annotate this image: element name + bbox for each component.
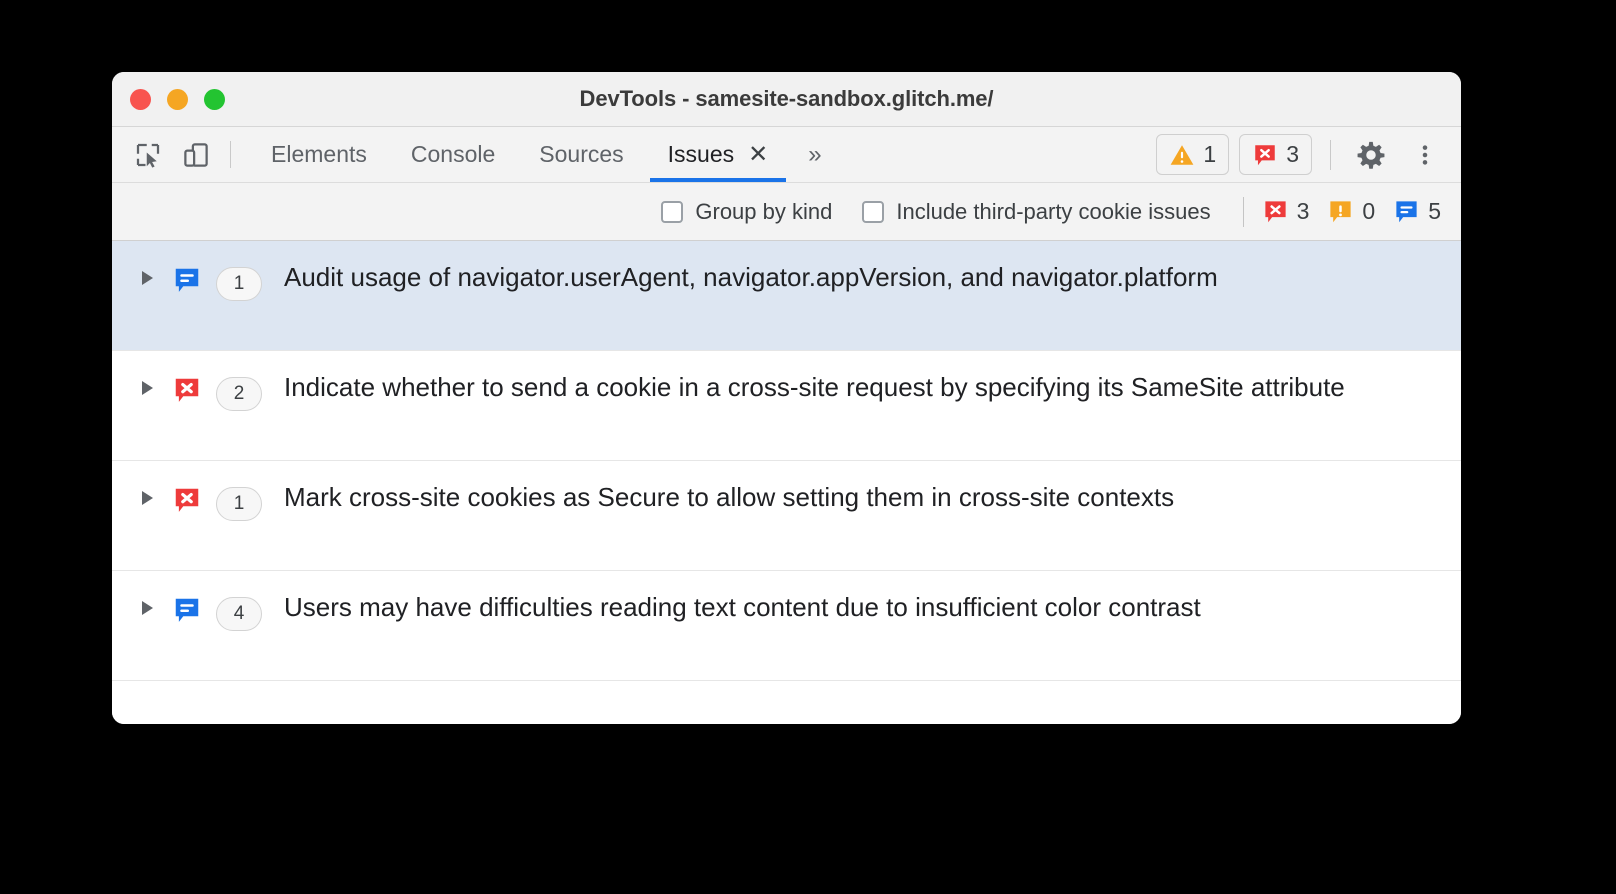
issues-filter-bar: Group by kind Include third-party cookie… <box>112 183 1461 241</box>
issue-row[interactable]: 2 Indicate whether to send a cookie in a… <box>112 351 1461 461</box>
error-kind-value: 3 <box>1296 198 1310 224</box>
chevron-double-right-icon[interactable]: » <box>790 127 839 182</box>
info-kind-count[interactable]: 5 <box>1393 198 1441 225</box>
warning-kind-value: 0 <box>1362 198 1376 224</box>
toolbar-right-group: 1 3 <box>1156 127 1461 182</box>
close-icon[interactable]: ✕ <box>748 142 768 167</box>
toolbar-divider-right <box>1330 139 1331 170</box>
warning-count: 1 <box>1203 141 1217 167</box>
issue-kind-counts: 3 0 5 <box>1262 198 1441 225</box>
issue-count-badge: 2 <box>216 377 262 411</box>
error-bubble-icon <box>1255 144 1275 165</box>
info-bubble-icon <box>172 257 202 300</box>
tab-elements[interactable]: Elements <box>249 127 389 182</box>
expand-arrow-icon[interactable] <box>134 477 160 505</box>
expand-arrow-icon[interactable] <box>134 367 160 395</box>
tab-label: Issues <box>667 141 735 167</box>
issue-row[interactable]: 1 Audit usage of navigator.userAgent, na… <box>112 241 1461 351</box>
kebab-menu-icon[interactable] <box>1403 133 1447 177</box>
tab-sources[interactable]: Sources <box>517 127 645 182</box>
checkbox-box[interactable] <box>862 200 885 223</box>
group-by-kind-checkbox[interactable]: Group by kind <box>661 199 832 225</box>
minimize-window-button[interactable] <box>167 88 188 110</box>
issue-row[interactable]: 4 Users may have difficulties reading te… <box>112 571 1461 681</box>
tab-console[interactable]: Console <box>389 127 517 182</box>
issues-list: 1 Audit usage of navigator.userAgent, na… <box>112 241 1461 724</box>
issue-count-badge: 1 <box>216 267 262 301</box>
close-window-button[interactable] <box>130 88 151 110</box>
device-toolbar-icon[interactable] <box>172 127 220 182</box>
maximize-window-button[interactable] <box>204 88 225 110</box>
tab-label: Console <box>410 141 496 167</box>
info-kind-value: 5 <box>1428 198 1441 224</box>
expand-arrow-icon[interactable] <box>134 587 160 615</box>
issue-count-badge: 1 <box>216 487 262 521</box>
traffic-lights <box>112 88 225 110</box>
issue-title: Mark cross-site cookies as Secure to all… <box>284 482 1175 512</box>
checkbox-box[interactable] <box>661 200 684 223</box>
issue-count-badge: 4 <box>216 597 262 631</box>
warning-bubble-icon <box>1330 201 1352 223</box>
issue-title: Users may have difficulties reading text… <box>284 592 1201 622</box>
info-bubble-icon <box>172 587 202 630</box>
issue-row[interactable]: 1 Mark cross-site cookies as Secure to a… <box>112 461 1461 571</box>
warning-kind-count[interactable]: 0 <box>1327 198 1375 225</box>
error-kind-count[interactable]: 3 <box>1262 198 1310 225</box>
issue-title: Indicate whether to send a cookie in a c… <box>284 372 1345 402</box>
warning-triangle-icon <box>1171 144 1194 165</box>
error-bubble-icon <box>1264 201 1286 223</box>
include-third-party-label: Include third-party cookie issues <box>896 198 1211 224</box>
include-third-party-checkbox[interactable]: Include third-party cookie issues <box>862 198 1211 225</box>
expand-arrow-icon[interactable] <box>134 257 160 285</box>
group-by-kind-label: Group by kind <box>695 198 833 224</box>
window-title: DevTools - samesite-sandbox.glitch.me/ <box>579 86 994 111</box>
tab-issues[interactable]: Issues ✕ <box>646 127 791 182</box>
window-titlebar: DevTools - samesite-sandbox.glitch.me/ <box>112 72 1461 127</box>
error-bubble-icon <box>172 477 202 520</box>
issue-title: Audit usage of navigator.userAgent, navi… <box>284 262 1218 292</box>
warning-count-badge[interactable]: 1 <box>1156 134 1230 175</box>
filter-divider <box>1242 196 1244 227</box>
devtools-window: DevTools - samesite-sandbox.glitch.me/ E… <box>112 72 1461 724</box>
inspect-element-icon[interactable] <box>124 127 172 182</box>
tab-label: Sources <box>539 141 624 167</box>
error-count: 3 <box>1286 141 1299 167</box>
devtools-toolbar: Elements Console Sources Issues ✕ » 1 3 <box>112 127 1461 183</box>
panel-tabs: Elements Console Sources Issues ✕ » <box>249 127 840 182</box>
toolbar-divider <box>230 141 231 168</box>
error-count-badge[interactable]: 3 <box>1239 134 1312 175</box>
tab-label: Elements <box>271 141 367 167</box>
gear-icon[interactable] <box>1349 133 1393 177</box>
error-bubble-icon <box>172 367 202 410</box>
info-bubble-icon <box>1396 201 1417 223</box>
